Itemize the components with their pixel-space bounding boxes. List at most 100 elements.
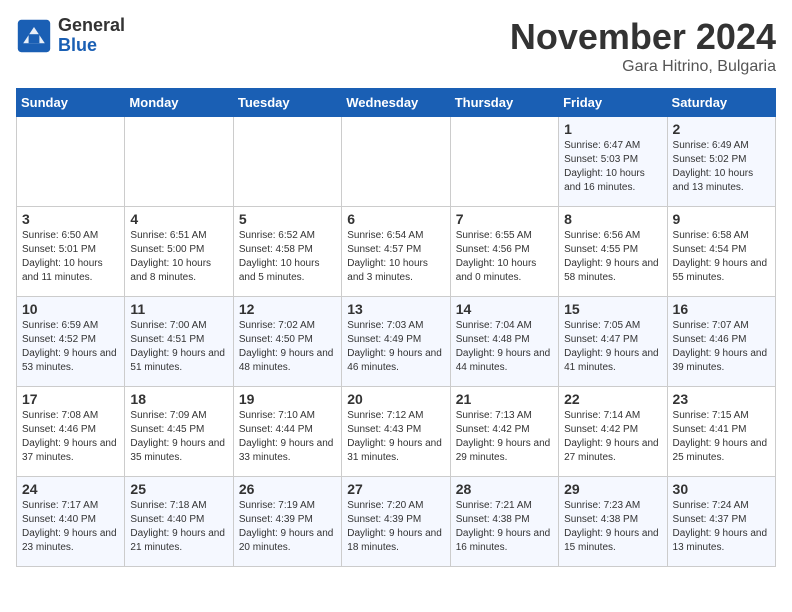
day-number: 13 [347, 301, 444, 317]
day-info: Sunrise: 7:20 AM Sunset: 4:39 PM Dayligh… [347, 499, 444, 555]
day-info: Sunrise: 7:09 AM Sunset: 4:45 PM Dayligh… [130, 409, 227, 465]
day-number: 14 [456, 301, 553, 317]
calendar-cell: 2 Sunrise: 6:49 AM Sunset: 5:02 PM Daylig… [667, 117, 775, 207]
title-section: November 2024 Gara Hitrino, Bulgaria [510, 16, 776, 76]
day-info: Sunrise: 7:05 AM Sunset: 4:47 PM Dayligh… [564, 319, 661, 375]
day-info: Sunrise: 6:50 AM Sunset: 5:01 PM Dayligh… [22, 229, 119, 285]
day-info: Sunrise: 7:12 AM Sunset: 4:43 PM Dayligh… [347, 409, 444, 465]
calendar-header-monday: Monday [125, 89, 233, 117]
day-number: 7 [456, 211, 553, 227]
day-number: 22 [564, 391, 661, 407]
day-number: 11 [130, 301, 227, 317]
calendar-cell: 16 Sunrise: 7:07 AM Sunset: 4:46 PM Dayli… [667, 297, 775, 387]
day-info: Sunrise: 7:10 AM Sunset: 4:44 PM Dayligh… [239, 409, 336, 465]
calendar-cell: 18Sunrise: 7:09 AM Sunset: 4:45 PM Dayli… [125, 387, 233, 477]
calendar-cell: 12 Sunrise: 7:02 AM Sunset: 4:50 PM Dayli… [233, 297, 341, 387]
day-info: Sunrise: 6:49 AM Sunset: 5:02 PM Dayligh… [673, 139, 770, 195]
day-number: 6 [347, 211, 444, 227]
calendar-week-row: 10 Sunrise: 6:59 AM Sunset: 4:52 PM Dayli… [17, 297, 776, 387]
day-number: 20 [347, 391, 444, 407]
calendar-cell: 30Sunrise: 7:24 AM Sunset: 4:37 PM Dayli… [667, 477, 775, 567]
day-number: 10 [22, 301, 119, 317]
calendar-cell: 3 Sunrise: 6:50 AM Sunset: 5:01 PM Daylig… [17, 207, 125, 297]
calendar-cell: 21 Sunrise: 7:13 AM Sunset: 4:42 PM Dayli… [450, 387, 558, 477]
calendar-cell: 26Sunrise: 7:19 AM Sunset: 4:39 PM Dayli… [233, 477, 341, 567]
day-info: Sunrise: 7:15 AM Sunset: 4:41 PM Dayligh… [673, 409, 770, 465]
day-info: Sunrise: 7:21 AM Sunset: 4:38 PM Dayligh… [456, 499, 553, 555]
calendar-week-row: 17 Sunrise: 7:08 AM Sunset: 4:46 PM Dayli… [17, 387, 776, 477]
calendar-cell: 5 Sunrise: 6:52 AM Sunset: 4:58 PM Daylig… [233, 207, 341, 297]
day-number: 25 [130, 481, 227, 497]
day-number: 17 [22, 391, 119, 407]
calendar-cell [233, 117, 341, 207]
calendar-cell: 9 Sunrise: 6:58 AM Sunset: 4:54 PM Daylig… [667, 207, 775, 297]
day-info: Sunrise: 7:14 AM Sunset: 4:42 PM Dayligh… [564, 409, 661, 465]
calendar-cell: 17 Sunrise: 7:08 AM Sunset: 4:46 PM Dayli… [17, 387, 125, 477]
calendar-cell: 19 Sunrise: 7:10 AM Sunset: 4:44 PM Dayli… [233, 387, 341, 477]
day-info: Sunrise: 7:07 AM Sunset: 4:46 PM Dayligh… [673, 319, 770, 375]
calendar-cell: 15 Sunrise: 7:05 AM Sunset: 4:47 PM Dayli… [559, 297, 667, 387]
calendar-body: 1 Sunrise: 6:47 AM Sunset: 5:03 PM Daylig… [17, 117, 776, 567]
day-info: Sunrise: 6:52 AM Sunset: 4:58 PM Dayligh… [239, 229, 336, 285]
day-info: Sunrise: 6:55 AM Sunset: 4:56 PM Dayligh… [456, 229, 553, 285]
calendar-header-thursday: Thursday [450, 89, 558, 117]
calendar-week-row: 1 Sunrise: 6:47 AM Sunset: 5:03 PM Daylig… [17, 117, 776, 207]
day-info: Sunrise: 7:04 AM Sunset: 4:48 PM Dayligh… [456, 319, 553, 375]
calendar-header-tuesday: Tuesday [233, 89, 341, 117]
day-info: Sunrise: 7:00 AM Sunset: 4:51 PM Dayligh… [130, 319, 227, 375]
day-number: 4 [130, 211, 227, 227]
day-number: 5 [239, 211, 336, 227]
logo-blue: Blue [58, 36, 125, 56]
day-number: 24 [22, 481, 119, 497]
day-info: Sunrise: 7:02 AM Sunset: 4:50 PM Dayligh… [239, 319, 336, 375]
day-info: Sunrise: 6:56 AM Sunset: 4:55 PM Dayligh… [564, 229, 661, 285]
day-number: 16 [673, 301, 770, 317]
calendar-header-row: SundayMondayTuesdayWednesdayThursdayFrid… [17, 89, 776, 117]
day-number: 27 [347, 481, 444, 497]
calendar-header-wednesday: Wednesday [342, 89, 450, 117]
calendar-cell: 11 Sunrise: 7:00 AM Sunset: 4:51 PM Dayli… [125, 297, 233, 387]
calendar-cell: 23 Sunrise: 7:15 AM Sunset: 4:41 PM Dayli… [667, 387, 775, 477]
calendar-cell: 24 Sunrise: 7:17 AM Sunset: 4:40 PM Dayli… [17, 477, 125, 567]
day-number: 21 [456, 391, 553, 407]
logo-general: General [58, 16, 125, 36]
calendar-cell: 6Sunrise: 6:54 AM Sunset: 4:57 PM Daylig… [342, 207, 450, 297]
day-info: Sunrise: 7:17 AM Sunset: 4:40 PM Dayligh… [22, 499, 119, 555]
calendar-cell: 28Sunrise: 7:21 AM Sunset: 4:38 PM Dayli… [450, 477, 558, 567]
calendar-cell: 1 Sunrise: 6:47 AM Sunset: 5:03 PM Daylig… [559, 117, 667, 207]
day-info: Sunrise: 6:51 AM Sunset: 5:00 PM Dayligh… [130, 229, 227, 285]
calendar-cell [17, 117, 125, 207]
day-info: Sunrise: 7:19 AM Sunset: 4:39 PM Dayligh… [239, 499, 336, 555]
calendar-cell: 4 Sunrise: 6:51 AM Sunset: 5:00 PM Daylig… [125, 207, 233, 297]
day-info: Sunrise: 7:23 AM Sunset: 4:38 PM Dayligh… [564, 499, 661, 555]
day-number: 12 [239, 301, 336, 317]
calendar-header-sunday: Sunday [17, 89, 125, 117]
day-number: 2 [673, 121, 770, 137]
day-info: Sunrise: 7:13 AM Sunset: 4:42 PM Dayligh… [456, 409, 553, 465]
day-info: Sunrise: 7:03 AM Sunset: 4:49 PM Dayligh… [347, 319, 444, 375]
logo: General Blue [16, 16, 125, 56]
day-number: 9 [673, 211, 770, 227]
calendar-cell: 20 Sunrise: 7:12 AM Sunset: 4:43 PM Dayli… [342, 387, 450, 477]
day-number: 30 [673, 481, 770, 497]
logo-text: General Blue [58, 16, 125, 56]
calendar-header-friday: Friday [559, 89, 667, 117]
day-info: Sunrise: 6:58 AM Sunset: 4:54 PM Dayligh… [673, 229, 770, 285]
day-info: Sunrise: 6:59 AM Sunset: 4:52 PM Dayligh… [22, 319, 119, 375]
calendar-cell: 8 Sunrise: 6:56 AM Sunset: 4:55 PM Daylig… [559, 207, 667, 297]
day-number: 8 [564, 211, 661, 227]
day-info: Sunrise: 7:08 AM Sunset: 4:46 PM Dayligh… [22, 409, 119, 465]
calendar-cell: 29Sunrise: 7:23 AM Sunset: 4:38 PM Dayli… [559, 477, 667, 567]
calendar-cell: 13 Sunrise: 7:03 AM Sunset: 4:49 PM Dayli… [342, 297, 450, 387]
month-title: November 2024 [510, 16, 776, 58]
calendar-cell: 7 Sunrise: 6:55 AM Sunset: 4:56 PM Daylig… [450, 207, 558, 297]
day-number: 15 [564, 301, 661, 317]
calendar-cell [125, 117, 233, 207]
day-number: 1 [564, 121, 661, 137]
day-info: Sunrise: 6:47 AM Sunset: 5:03 PM Dayligh… [564, 139, 661, 195]
day-number: 3 [22, 211, 119, 227]
calendar-cell: 25Sunrise: 7:18 AM Sunset: 4:40 PM Dayli… [125, 477, 233, 567]
day-number: 23 [673, 391, 770, 407]
day-number: 19 [239, 391, 336, 407]
calendar-week-row: 3 Sunrise: 6:50 AM Sunset: 5:01 PM Daylig… [17, 207, 776, 297]
